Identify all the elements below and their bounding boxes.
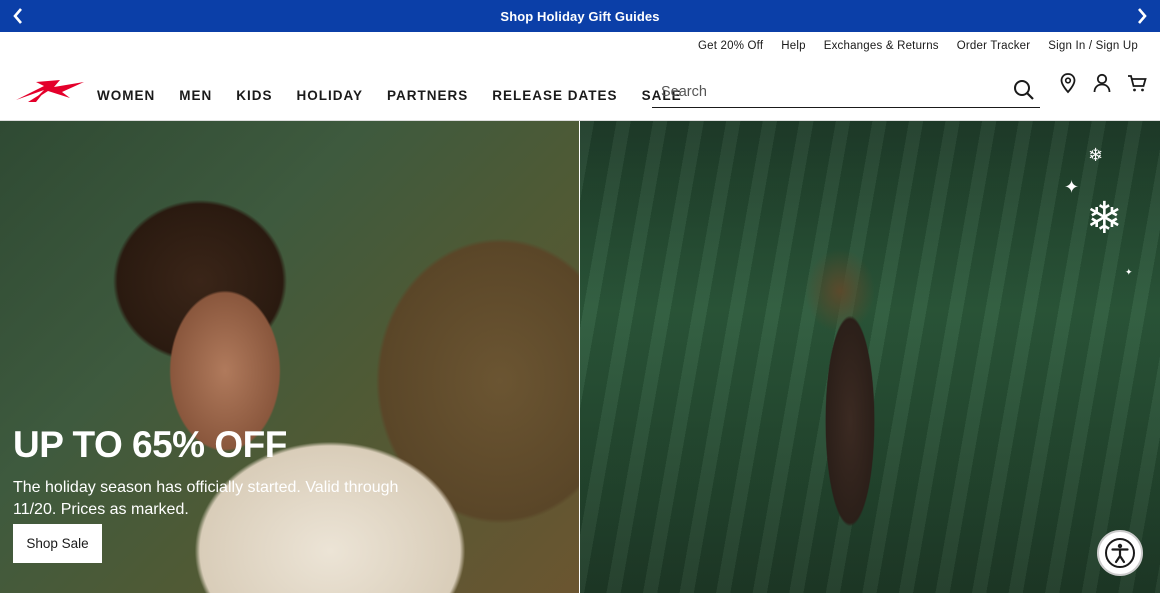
main-nav: WOMEN MEN KIDS HOLIDAY PARTNERS RELEASE … [97, 88, 682, 103]
promo-link[interactable]: Shop Holiday Gift Guides [500, 9, 659, 24]
account-icon[interactable] [1091, 72, 1113, 94]
sparkle-icon: ✦ [1125, 267, 1133, 277]
snowflake-icon: ❄ [1086, 194, 1123, 243]
nav-item-release-dates[interactable]: RELEASE DATES [492, 88, 617, 103]
promo-banner: Shop Holiday Gift Guides [0, 0, 1160, 32]
hero-copy: UP TO 65% OFF The holiday season has off… [13, 426, 443, 521]
hero-heading: UP TO 65% OFF [13, 424, 287, 465]
hero-image-right[interactable]: ❄ ✦ ❄ ✦ [580, 121, 1160, 593]
search-icon[interactable] [1012, 78, 1036, 102]
utility-link-help[interactable]: Help [781, 40, 805, 52]
nav-item-women[interactable]: WOMEN [97, 88, 155, 103]
nav-item-kids[interactable]: KIDS [236, 88, 272, 103]
utility-link-discount[interactable]: Get 20% Off [698, 40, 763, 52]
search-bar [652, 74, 1040, 108]
sparkle-icon: ✦ [1064, 177, 1080, 197]
location-pin-icon[interactable] [1057, 72, 1079, 94]
nav-item-partners[interactable]: PARTNERS [387, 88, 468, 103]
shop-sale-button[interactable]: Shop Sale [13, 524, 102, 563]
snowflake-icon: ❄ [1088, 145, 1104, 165]
utility-link-sign-in[interactable]: Sign In / Sign Up [1048, 40, 1138, 52]
brand-logo[interactable] [14, 78, 86, 104]
chevron-right-icon[interactable] [1126, 0, 1158, 32]
cart-icon[interactable] [1126, 72, 1148, 94]
nav-item-holiday[interactable]: HOLIDAY [297, 88, 364, 103]
utility-link-exchanges[interactable]: Exchanges & Returns [824, 40, 939, 52]
utility-link-order-tracker[interactable]: Order Tracker [957, 40, 1031, 52]
accessibility-icon[interactable] [1097, 530, 1143, 576]
chevron-left-icon[interactable] [2, 0, 34, 32]
nav-item-men[interactable]: MEN [179, 88, 212, 103]
hero-image-left[interactable] [0, 121, 580, 593]
hero-body: The holiday season has officially starte… [13, 479, 399, 518]
search-input[interactable] [661, 82, 1001, 102]
utility-links: Get 20% Off Help Exchanges & Returns Ord… [698, 40, 1138, 52]
